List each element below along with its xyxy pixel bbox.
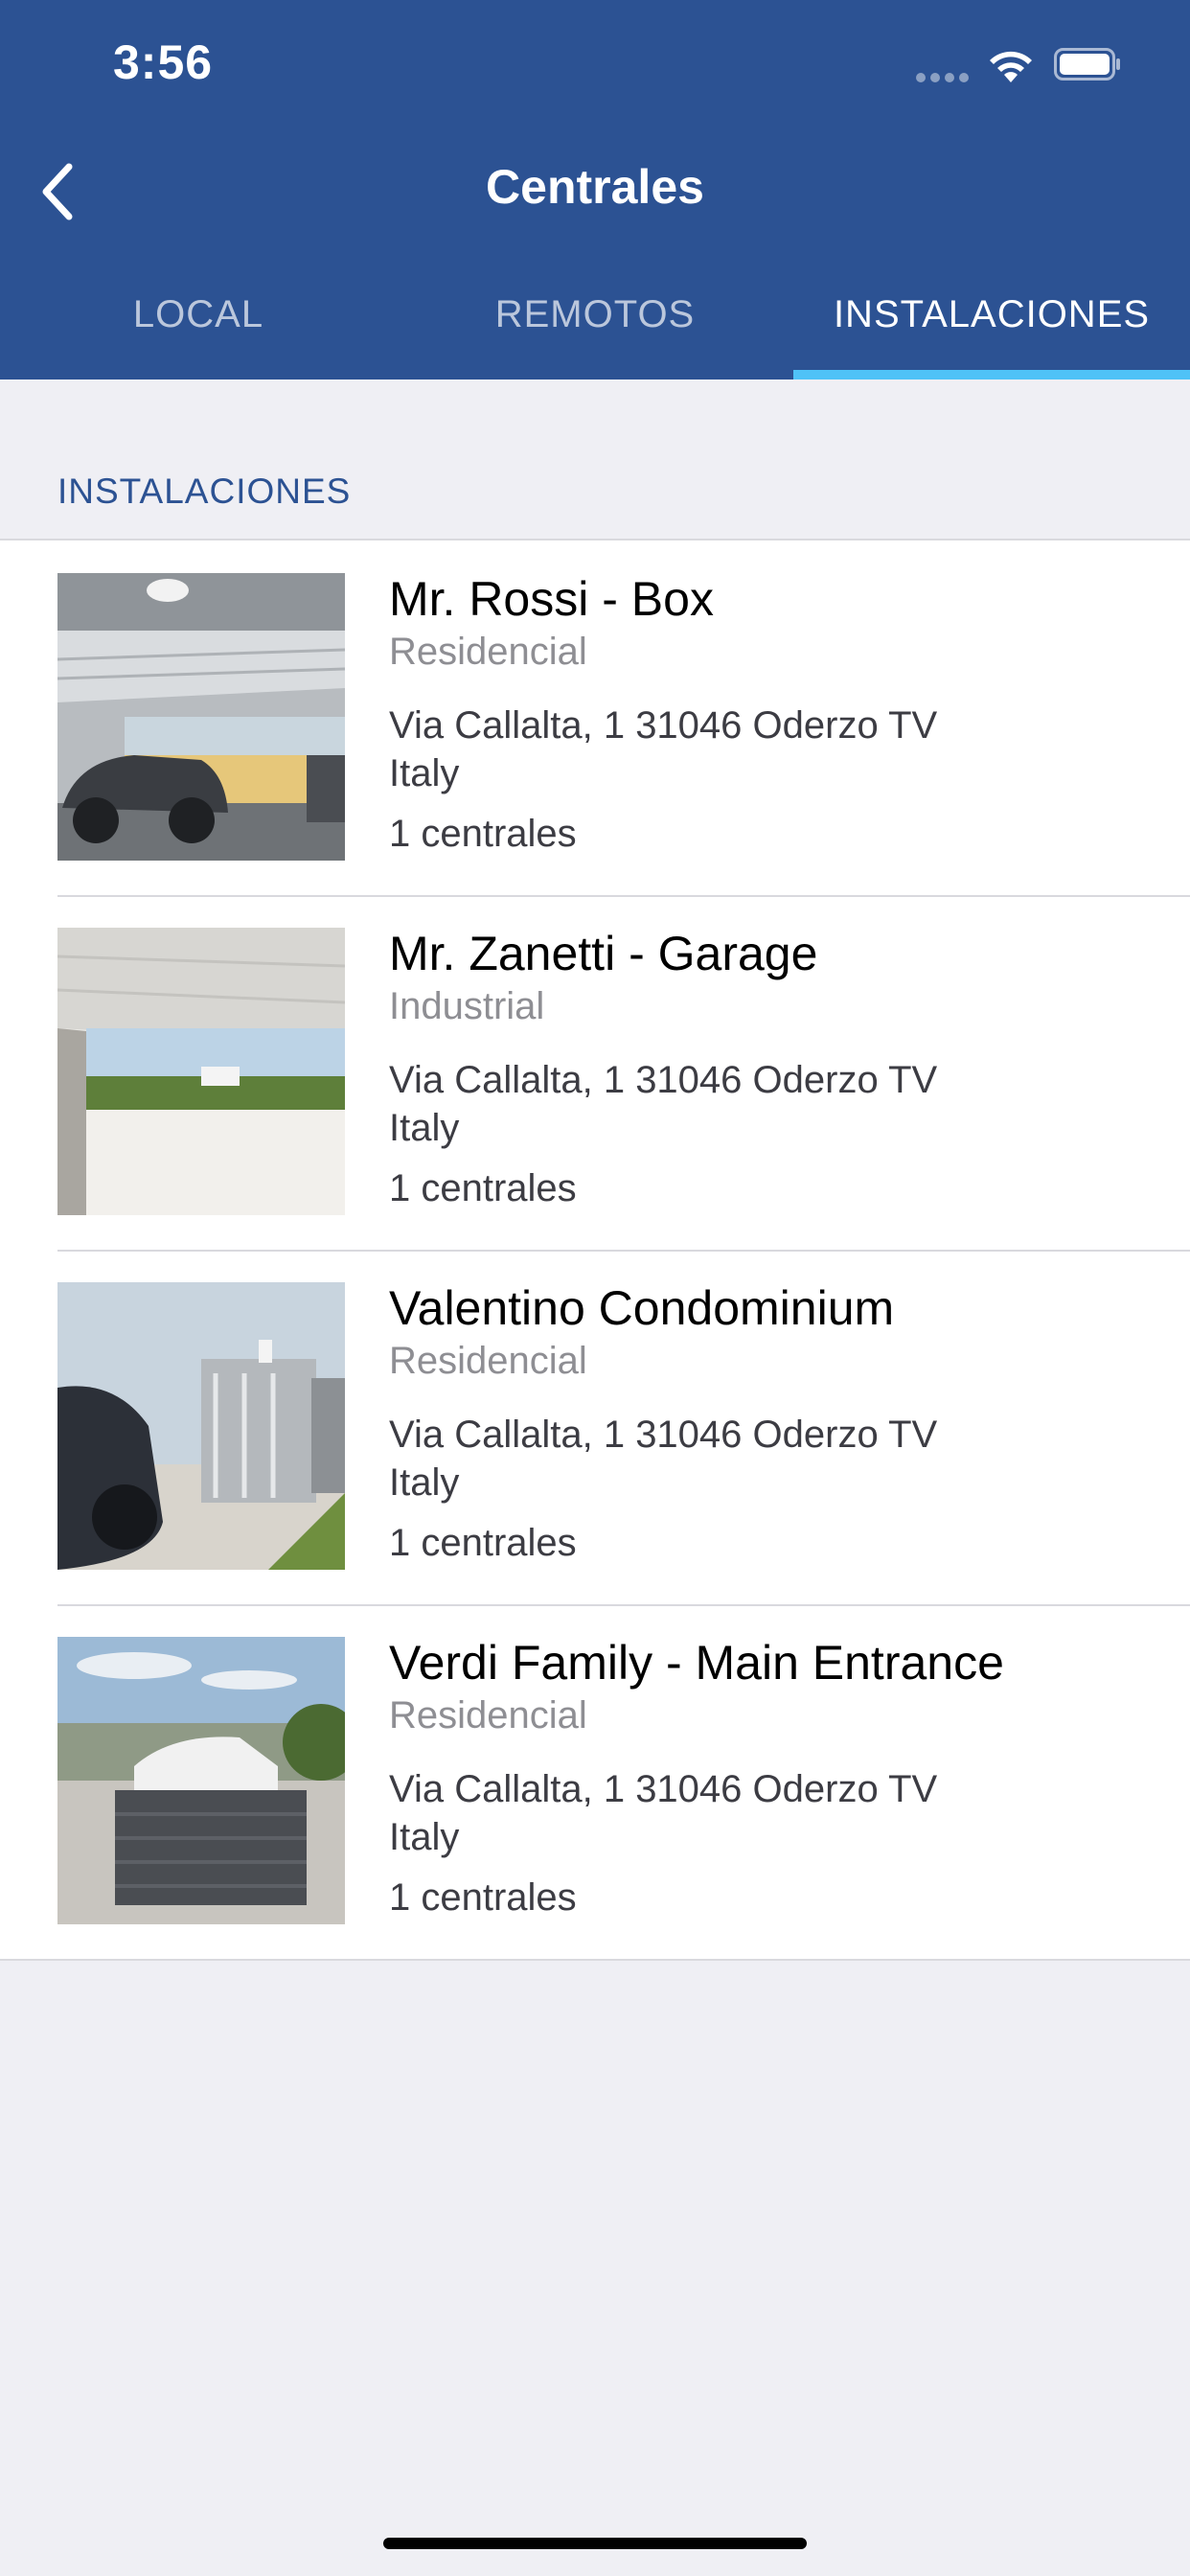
list-item[interactable]: Mr. Rossi - Box Residencial Via Callalta… (0, 540, 1190, 895)
installation-title: Mr. Rossi - Box (389, 572, 714, 626)
section-header: INSTALACIONES (57, 472, 352, 511)
installation-count: 1 centrales (389, 813, 577, 855)
active-tab-indicator (793, 370, 1190, 380)
installation-type: Residencial (389, 1340, 587, 1382)
installation-title: Mr. Zanetti - Garage (389, 927, 818, 980)
battery-icon (1054, 48, 1120, 80)
installation-type: Industrial (389, 985, 545, 1027)
page-title: Centrales (486, 160, 704, 214)
installation-thumbnail (57, 1637, 345, 1924)
tab-bar: LOCAL REMOTOS INSTALACIONES (0, 278, 1190, 380)
installation-thumbnail (57, 928, 345, 1215)
installation-address: Via Callalta, 1 31046 Oderzo TV Italy (389, 1059, 938, 1149)
installations-list: Mr. Rossi - Box Residencial Via Callalta… (0, 539, 1190, 1961)
installation-title: Valentino Condominium (389, 1281, 895, 1335)
installation-thumbnail (57, 1282, 345, 1570)
installation-address: Via Callalta, 1 31046 Oderzo TV Italy (389, 1768, 938, 1858)
list-item[interactable]: Valentino Condominium Residencial Via Ca… (0, 1250, 1190, 1604)
cellular-signal-icon (916, 73, 970, 82)
home-indicator (383, 2538, 807, 2549)
list-item[interactable]: Verdi Family - Main Entrance Residencial… (0, 1604, 1190, 1959)
installation-count: 1 centrales (389, 1167, 577, 1209)
navigation-header: 3:56 Centrales LOCAL REMOTOS INSTALACION… (0, 0, 1190, 380)
wifi-icon (990, 51, 1032, 82)
installation-address: Via Callalta, 1 31046 Oderzo TV Italy (389, 1414, 938, 1504)
tab-remotos[interactable]: REMOTOS (397, 278, 793, 380)
installation-address: Via Callalta, 1 31046 Oderzo TV Italy (389, 704, 938, 794)
installation-type: Residencial (389, 1694, 587, 1736)
installation-count: 1 centrales (389, 1522, 577, 1564)
tab-local[interactable]: LOCAL (0, 278, 397, 380)
list-item[interactable]: Mr. Zanetti - Garage Industrial Via Call… (0, 895, 1190, 1250)
installation-thumbnail (57, 573, 345, 861)
installation-count: 1 centrales (389, 1876, 577, 1919)
installation-title: Verdi Family - Main Entrance (389, 1636, 1004, 1690)
tab-instalaciones[interactable]: INSTALACIONES (793, 278, 1190, 380)
installation-type: Residencial (389, 631, 587, 673)
status-time: 3:56 (113, 35, 214, 89)
